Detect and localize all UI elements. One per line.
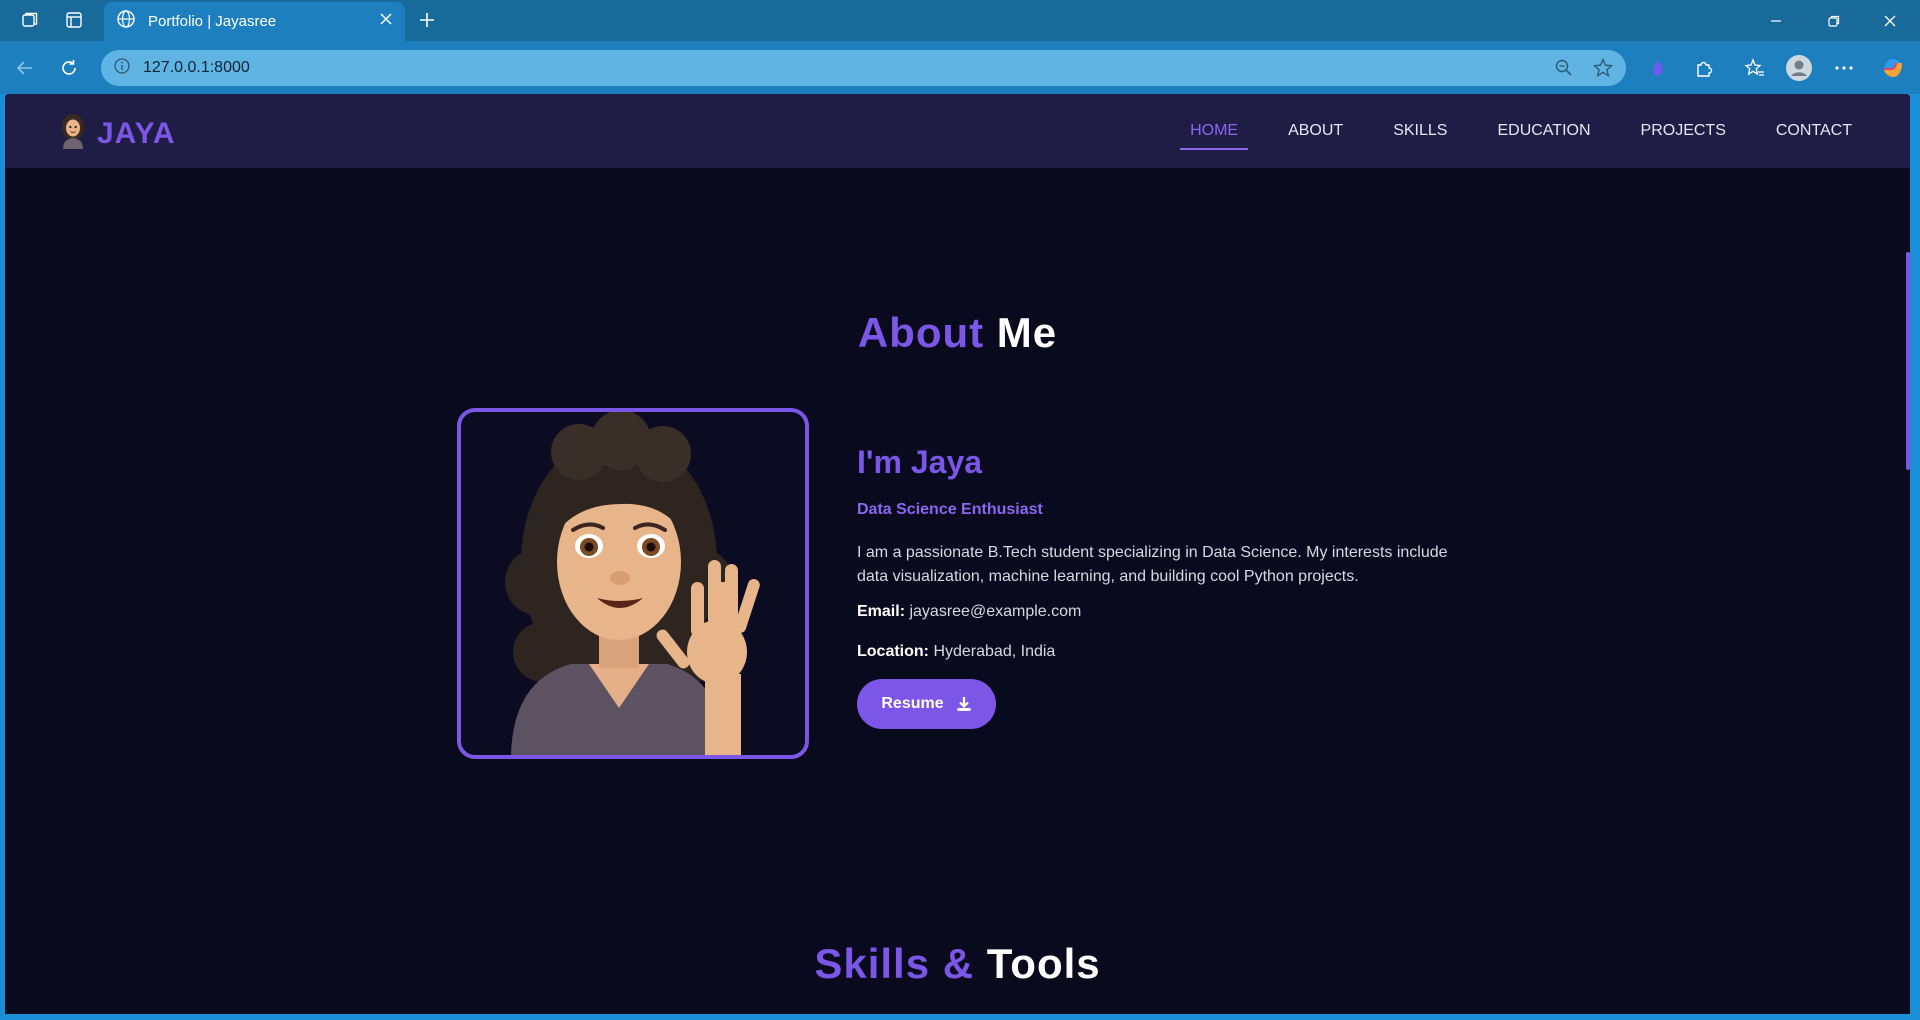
refresh-icon[interactable] <box>52 51 86 85</box>
restore-icon[interactable] <box>1806 0 1862 41</box>
brand-name: JAYA <box>97 116 176 150</box>
nav-contact[interactable]: CONTACT <box>1776 116 1852 146</box>
download-icon <box>956 696 972 712</box>
email-label: Email: <box>857 603 906 620</box>
profile-avatar-icon[interactable] <box>1782 51 1816 85</box>
email-line: Email: jayasree@example.com <box>857 603 1477 621</box>
nav-about[interactable]: ABOUT <box>1288 116 1343 146</box>
tab-title: Portfolio | Jayasree <box>148 13 277 30</box>
nav-links: HOME ABOUT SKILLS EDUCATION PROJECTS CON… <box>1140 94 1852 168</box>
copilot-icon[interactable] <box>1876 51 1910 85</box>
browser-titlebar: Portfolio | Jayasree <box>0 0 1920 41</box>
url-text: 127.0.0.1:8000 <box>143 59 250 76</box>
location-line: Location: Hyderabad, India <box>857 643 1477 661</box>
waving-avatar-illustration <box>505 412 760 755</box>
page-scrollbar[interactable] <box>1906 252 1910 470</box>
close-tab-icon[interactable] <box>379 12 393 31</box>
zoom-out-icon[interactable] <box>1554 58 1574 83</box>
favorite-star-icon[interactable] <box>1592 57 1614 84</box>
browser-toolbar: 127.0.0.1:8000 <box>0 41 1920 94</box>
brand-logo[interactable]: JAYA <box>59 113 176 154</box>
close-window-icon[interactable] <box>1862 0 1918 41</box>
favorites-icon[interactable] <box>1738 51 1772 85</box>
skills-heading: Skills & Tools <box>5 940 1910 988</box>
about-role: Data Science Enthusiast <box>857 501 1043 518</box>
site-info-icon[interactable] <box>113 57 131 80</box>
nav-education[interactable]: EDUCATION <box>1497 116 1590 146</box>
page-viewport: JAYA HOME ABOUT SKILLS EDUCATION PROJECT… <box>5 94 1910 1014</box>
workspaces-icon[interactable] <box>14 6 46 34</box>
address-bar[interactable]: 127.0.0.1:8000 <box>101 50 1626 86</box>
about-heading: About Me <box>5 309 1910 357</box>
globe-icon <box>116 9 136 34</box>
resume-button[interactable]: Resume <box>857 679 996 729</box>
minimize-icon[interactable] <box>1748 0 1804 41</box>
back-icon[interactable] <box>8 51 42 85</box>
location-value: Hyderabad, India <box>933 643 1056 660</box>
browser-tab[interactable]: Portfolio | Jayasree <box>104 2 405 41</box>
about-name: I'm Jaya <box>857 444 983 480</box>
copilot-drop-icon[interactable] <box>1641 51 1675 85</box>
tab-actions-icon[interactable] <box>58 6 90 34</box>
avatar-logo-icon <box>59 113 87 154</box>
about-description: I am a passionate B.Tech student special… <box>857 544 1448 585</box>
nav-home[interactable]: HOME <box>1180 116 1249 150</box>
site-navbar: JAYA HOME ABOUT SKILLS EDUCATION PROJECT… <box>5 94 1910 168</box>
more-options-icon[interactable] <box>1827 51 1861 85</box>
location-label: Location: <box>857 643 929 660</box>
skills-heading-rest: Tools <box>986 940 1101 987</box>
nav-skills[interactable]: SKILLS <box>1393 116 1447 146</box>
about-info: I'm Jaya Data Science Enthusiast I am a … <box>857 444 1477 729</box>
extensions-icon[interactable] <box>1687 51 1721 85</box>
profile-photo <box>457 408 809 759</box>
email-value: jayasree@example.com <box>909 603 1082 620</box>
about-heading-rest: Me <box>996 309 1058 356</box>
resume-label: Resume <box>881 695 944 712</box>
skills-heading-accent: Skills & <box>814 940 975 987</box>
about-heading-accent: About <box>857 309 985 356</box>
nav-projects[interactable]: PROJECTS <box>1641 116 1726 146</box>
new-tab-icon[interactable] <box>411 6 443 34</box>
